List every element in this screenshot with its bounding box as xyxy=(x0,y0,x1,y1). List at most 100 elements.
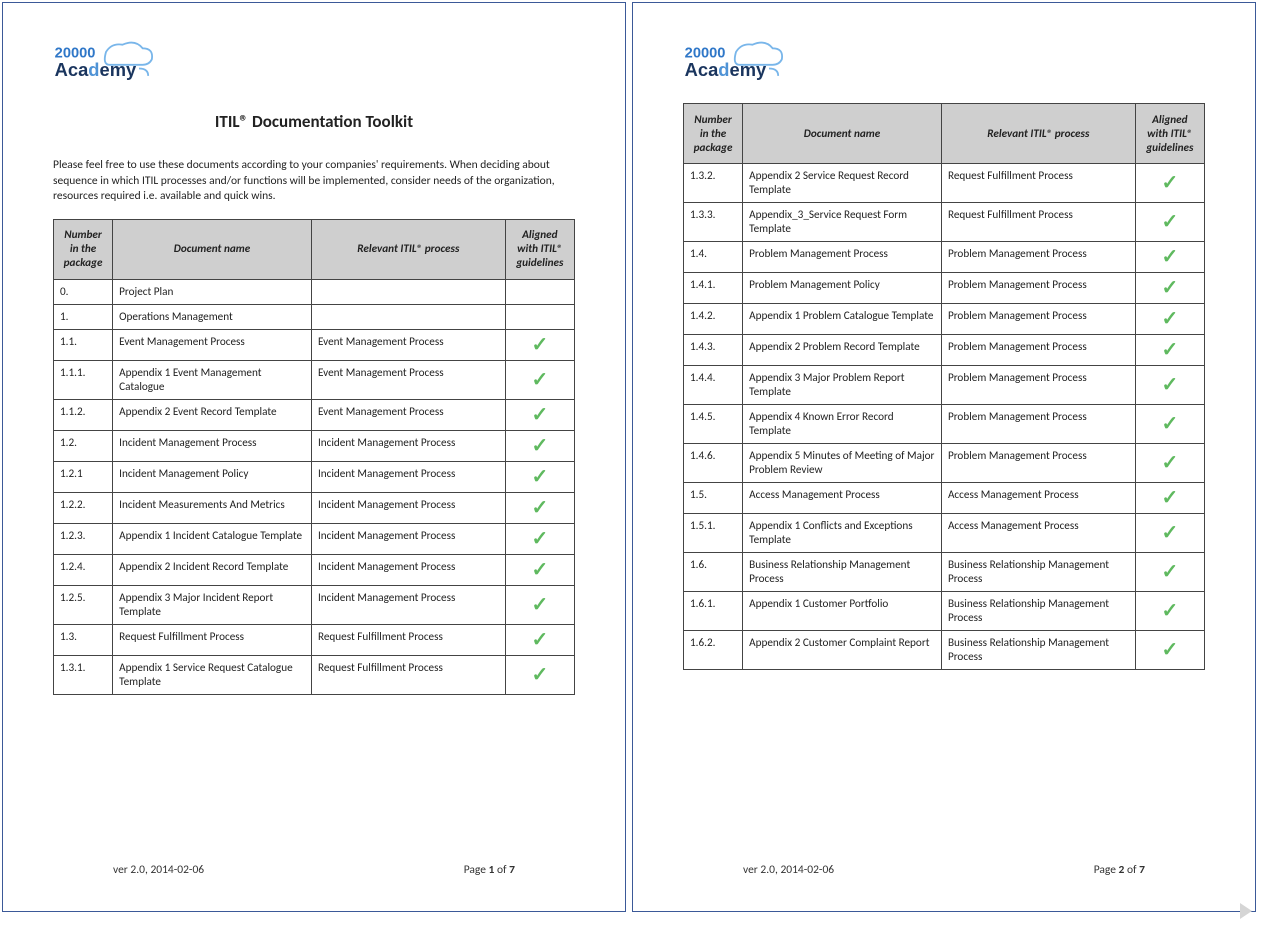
page-2: 20000 Academy Number in the package Docu… xyxy=(632,2,1256,912)
cell-aligned: ✓ xyxy=(1135,631,1204,670)
cell-docname: Appendix 2 Problem Record Template xyxy=(743,335,942,366)
checkmark-icon: ✓ xyxy=(1161,412,1178,436)
table-row: 1.1.1.Appendix 1 Event Management Catalo… xyxy=(54,360,575,399)
cell-docname: Business Relationship Management Process xyxy=(743,553,942,592)
cell-process: Problem Management Process xyxy=(941,366,1135,405)
cell-docname: Appendix 2 Customer Complaint Report xyxy=(743,631,942,670)
cell-process xyxy=(311,279,505,304)
cell-number: 1.2.5. xyxy=(54,585,113,624)
cell-docname: Appendix 2 Service Request Record Templa… xyxy=(743,164,942,203)
cell-docname: Problem Management Process xyxy=(743,242,942,273)
cell-aligned: ✓ xyxy=(1135,553,1204,592)
cell-aligned: ✓ xyxy=(1135,242,1204,273)
cell-aligned: ✓ xyxy=(505,523,574,554)
cell-docname: Appendix 1 Customer Portfolio xyxy=(743,592,942,631)
table-row: 1.5.Access Management ProcessAccess Mana… xyxy=(684,483,1205,514)
checkmark-icon: ✓ xyxy=(1161,521,1178,545)
cell-docname: Appendix 1 Service Request Catalogue Tem… xyxy=(113,655,312,694)
cell-number: 1.3.1. xyxy=(54,655,113,694)
cell-process: Problem Management Process xyxy=(941,444,1135,483)
checkmark-icon: ✓ xyxy=(531,434,548,458)
cell-aligned: ✓ xyxy=(505,492,574,523)
cell-docname: Appendix 1 Event Management Catalogue xyxy=(113,360,312,399)
cell-number: 1.4.6. xyxy=(684,444,743,483)
cell-process: Problem Management Process xyxy=(941,273,1135,304)
checkmark-icon: ✓ xyxy=(531,496,548,520)
cell-docname: Access Management Process xyxy=(743,483,942,514)
table-row: 1.6.Business Relationship Management Pro… xyxy=(684,553,1205,592)
checkmark-icon: ✓ xyxy=(1161,245,1178,269)
table-row: 1.6.1.Appendix 1 Customer PortfolioBusin… xyxy=(684,592,1205,631)
table-header-row: Number in the package Document name Rele… xyxy=(54,219,575,279)
cell-aligned: ✓ xyxy=(505,360,574,399)
cell-process: Event Management Process xyxy=(311,399,505,430)
table-header-row: Number in the package Document name Rele… xyxy=(684,104,1205,164)
table-row: 1.2.1Incident Management PolicyIncident … xyxy=(54,461,575,492)
cell-docname: Appendix 1 Problem Catalogue Template xyxy=(743,304,942,335)
checkmark-icon: ✓ xyxy=(531,558,548,582)
cell-process xyxy=(311,304,505,329)
doc-title: ITIL® Documentation Toolkit xyxy=(53,111,575,132)
table-row: 1.4.Problem Management ProcessProblem Ma… xyxy=(684,242,1205,273)
table-row: 1.3.Request Fulfillment ProcessRequest F… xyxy=(54,624,575,655)
cell-process: Business Relationship Management Process xyxy=(941,553,1135,592)
checkmark-icon: ✓ xyxy=(1161,560,1178,584)
checkmark-icon: ✓ xyxy=(531,628,548,652)
cell-docname: Problem Management Policy xyxy=(743,273,942,304)
cell-process: Incident Management Process xyxy=(311,554,505,585)
cell-aligned xyxy=(505,279,574,304)
cell-docname: Operations Management xyxy=(113,304,312,329)
footer-page2: ver 2.0, 2014-02-06 Page 2 of 7 xyxy=(683,863,1205,877)
checkmark-icon: ✓ xyxy=(1161,307,1178,331)
cell-process: Access Management Process xyxy=(941,514,1135,553)
cell-aligned: ✓ xyxy=(1135,366,1204,405)
table-row: 1.1.Event Management ProcessEvent Manage… xyxy=(54,329,575,360)
cell-docname: Appendix 2 Event Record Template xyxy=(113,399,312,430)
cell-aligned: ✓ xyxy=(505,655,574,694)
cell-aligned: ✓ xyxy=(1135,592,1204,631)
cell-aligned: ✓ xyxy=(1135,405,1204,444)
cell-process: Access Management Process xyxy=(941,483,1135,514)
checkmark-icon: ✓ xyxy=(531,593,548,617)
table-row: 1.3.1.Appendix 1 Service Request Catalog… xyxy=(54,655,575,694)
cell-number: 1.4.2. xyxy=(684,304,743,335)
cell-aligned: ✓ xyxy=(505,329,574,360)
cell-number: 1.3.3. xyxy=(684,203,743,242)
cell-number: 0. xyxy=(54,279,113,304)
cell-process: Request Fulfillment Process xyxy=(311,624,505,655)
cell-aligned: ✓ xyxy=(1135,273,1204,304)
intro-text: Please feel free to use these documents … xyxy=(53,158,575,205)
brand-logo: 20000 Academy xyxy=(683,41,1205,85)
page-number: Page 1 of 7 xyxy=(464,863,515,877)
cell-process: Incident Management Process xyxy=(311,461,505,492)
next-page-arrow-icon[interactable] xyxy=(1236,901,1256,921)
checkmark-icon: ✓ xyxy=(1161,451,1178,475)
checkmark-icon: ✓ xyxy=(531,368,548,392)
cell-process: Incident Management Process xyxy=(311,523,505,554)
page-number: Page 2 of 7 xyxy=(1094,863,1145,877)
checkmark-icon: ✓ xyxy=(531,465,548,489)
cell-aligned: ✓ xyxy=(1135,304,1204,335)
cell-number: 1.6. xyxy=(684,553,743,592)
cell-process: Incident Management Process xyxy=(311,430,505,461)
svg-text:Academy: Academy xyxy=(55,59,137,80)
table-row: 1.4.2.Appendix 1 Problem Catalogue Templ… xyxy=(684,304,1205,335)
version-text: ver 2.0, 2014-02-06 xyxy=(113,863,204,877)
cell-number: 1.1.2. xyxy=(54,399,113,430)
cell-process: Problem Management Process xyxy=(941,242,1135,273)
table-row: 1.2.2.Incident Measurements And MetricsI… xyxy=(54,492,575,523)
checkmark-icon: ✓ xyxy=(531,333,548,357)
cell-number: 1.6.2. xyxy=(684,631,743,670)
checkmark-icon: ✓ xyxy=(531,527,548,551)
cell-docname: Project Plan xyxy=(113,279,312,304)
cell-docname: Event Management Process xyxy=(113,329,312,360)
table-row: 1.1.2.Appendix 2 Event Record TemplateEv… xyxy=(54,399,575,430)
cell-process: Problem Management Process xyxy=(941,405,1135,444)
cell-docname: Appendix 1 Incident Catalogue Template xyxy=(113,523,312,554)
cell-number: 1.4. xyxy=(684,242,743,273)
cell-number: 1. xyxy=(54,304,113,329)
checkmark-icon: ✓ xyxy=(1161,486,1178,510)
cell-docname: Appendix 5 Minutes of Meeting of Major P… xyxy=(743,444,942,483)
cell-aligned: ✓ xyxy=(1135,164,1204,203)
checkmark-icon: ✓ xyxy=(1161,338,1178,362)
